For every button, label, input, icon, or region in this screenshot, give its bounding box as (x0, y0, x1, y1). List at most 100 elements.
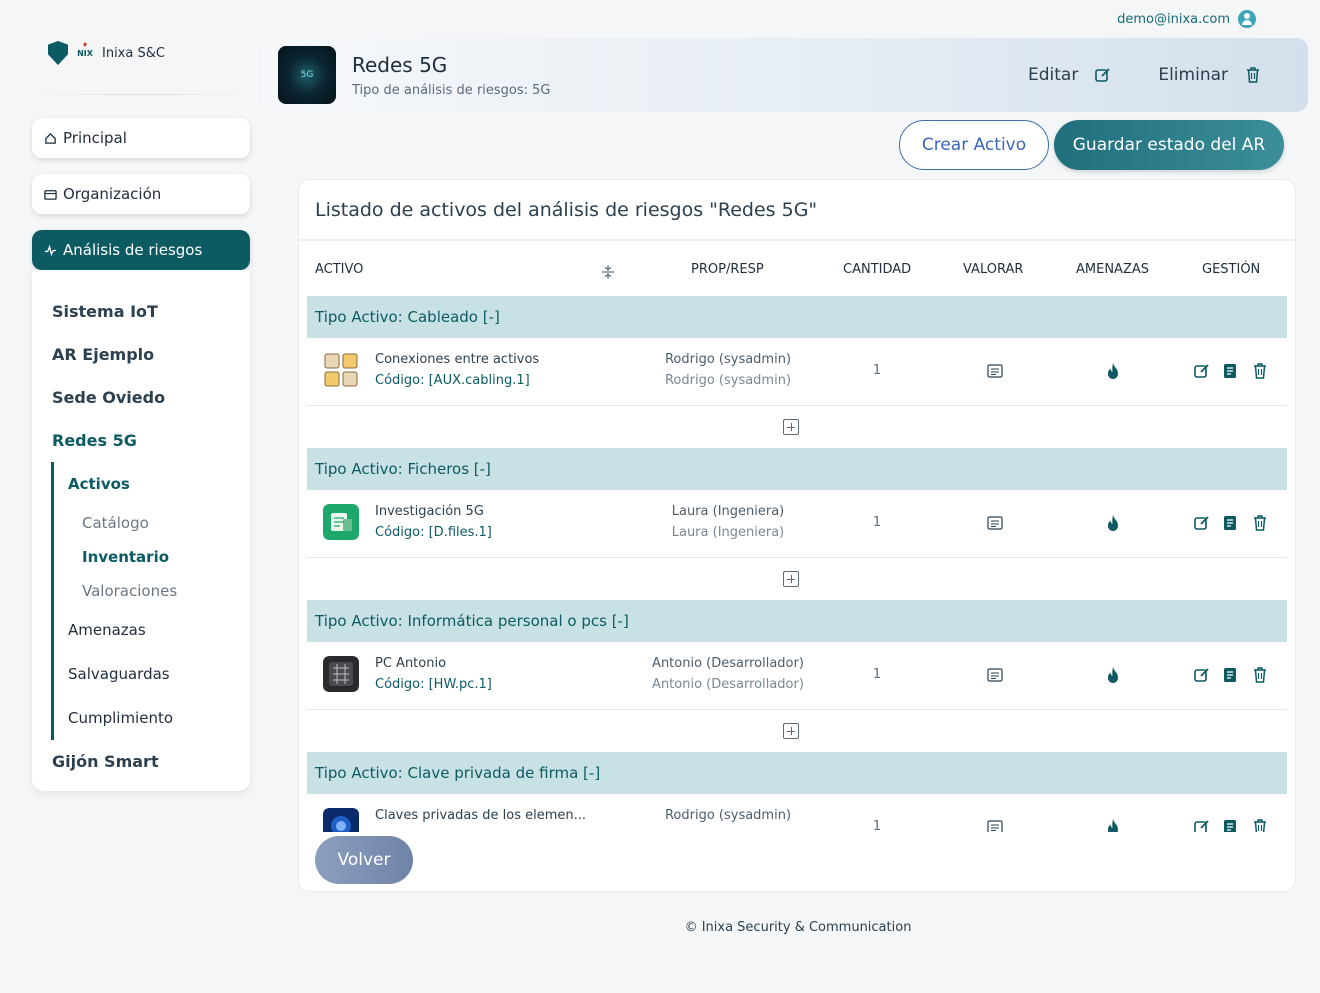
edit-asset-icon[interactable] (1193, 362, 1211, 380)
sidebar-item-cumplimiento[interactable]: Cumplimiento (68, 696, 250, 740)
fire-icon[interactable] (1105, 362, 1121, 380)
sidebar: ♦ NIX Inixa S&C Principal Organización An… (32, 30, 250, 791)
delete-asset-icon[interactable] (1251, 362, 1269, 380)
sidebar-item-gijon-smart[interactable]: Gijón Smart (32, 740, 250, 783)
brand-name: Inixa S&C (102, 45, 165, 61)
valorar-icon[interactable] (987, 516, 1003, 530)
user-menu[interactable]: demo@inixa.com (1117, 10, 1256, 28)
col-amenazas: AMENAZAS (1076, 262, 1149, 277)
col-activo[interactable]: ACTIVO (315, 262, 363, 277)
document-icon[interactable] (1221, 666, 1239, 684)
asset-owner: Rodrigo (sysadmin) (664, 352, 792, 367)
add-asset-row (307, 710, 1287, 752)
table-row: PC Antonio Código: [HW.pc.1] Antonio (De… (307, 642, 1287, 710)
card-title: Listado de activos del análisis de riesg… (299, 180, 1295, 241)
sidebar-item-organizacion[interactable]: Organización (32, 174, 250, 214)
sidebar-item-label: Organización (63, 185, 162, 203)
asset-owner: Rodrigo (sysadmin) (664, 808, 792, 823)
add-icon[interactable] (783, 723, 799, 739)
edit-asset-icon[interactable] (1193, 666, 1211, 684)
asset-code: Código: [HW.pc.1] (375, 677, 492, 692)
sidebar-item-salvaguardas[interactable]: Salvaguardas (68, 652, 250, 696)
valorar-icon[interactable] (987, 668, 1003, 682)
create-asset-button[interactable]: Crear Activo (899, 120, 1049, 170)
sidebar-item-analisis[interactable]: Análisis de riesgos (32, 230, 250, 270)
cabling-asset-icon (323, 352, 359, 388)
sidebar-item-amenazas[interactable]: Amenazas (68, 608, 250, 652)
add-asset-row (307, 406, 1287, 448)
sidebar-item-label: Análisis de riesgos (63, 241, 203, 259)
col-valorar: VALORAR (963, 262, 1024, 277)
edit-button[interactable]: Editar (1028, 65, 1112, 85)
copyright-symbol: © (684, 920, 698, 935)
redes-5g-subtree: Activos Catálogo Inventario Valoraciones… (51, 462, 250, 740)
page-title: Redes 5G (352, 52, 448, 77)
sidebar-item-redes-5g[interactable]: Redes 5G (32, 419, 250, 462)
footer: © Inixa Security & Communication (0, 920, 1320, 935)
card-icon (44, 189, 57, 200)
document-icon[interactable] (1221, 362, 1239, 380)
table-row: Conexiones entre activos Código: [AUX.ca… (307, 338, 1287, 406)
pc-asset-icon (323, 656, 359, 692)
asset-name[interactable]: Investigación 5G (375, 504, 484, 519)
asset-quantity: 1 (872, 363, 882, 378)
delete-asset-icon[interactable] (1251, 666, 1269, 684)
sidebar-item-valoraciones[interactable]: Valoraciones (68, 574, 250, 608)
sidebar-item-principal[interactable]: Principal (32, 118, 250, 158)
valorar-icon[interactable] (987, 364, 1003, 378)
mini-logo-icon: ♦ NIX (77, 41, 93, 58)
asset-name[interactable]: Claves privadas de los elemen... (375, 808, 586, 823)
table-row: Investigación 5G Código: [D.files.1] Lau… (307, 490, 1287, 558)
document-icon[interactable] (1221, 514, 1239, 532)
trash-icon (1247, 67, 1259, 83)
sidebar-item-inventario[interactable]: Inventario (68, 540, 250, 574)
delete-button[interactable]: Eliminar (1158, 65, 1262, 85)
page-header: 5G Redes 5G Tipo de análisis de riesgos:… (262, 38, 1308, 112)
sidebar-item-ar-ejemplo[interactable]: AR Ejemplo (32, 333, 250, 376)
company-name: Inixa Security & Communication (701, 920, 912, 935)
divider (32, 94, 250, 95)
user-avatar-icon[interactable] (1238, 10, 1256, 28)
asset-name[interactable]: PC Antonio (375, 656, 446, 671)
asset-name[interactable]: Conexiones entre activos (375, 352, 539, 367)
asset-owner: Laura (Ingeniera) (671, 504, 785, 519)
group-header-cableado[interactable]: Tipo Activo: Cableado [-] (307, 296, 1287, 338)
fire-icon[interactable] (1105, 666, 1121, 684)
asset-code: Código: [D.files.1] (375, 525, 492, 540)
col-gestion: GESTIÓN (1202, 262, 1261, 277)
col-cantidad: CANTIDAD (843, 262, 912, 277)
delete-asset-icon[interactable] (1251, 514, 1269, 532)
edit-icon (1095, 68, 1110, 82)
user-email: demo@inixa.com (1117, 11, 1230, 27)
asset-responsible: Antonio (Desarrollador) (652, 677, 804, 692)
shield-logo-icon (48, 41, 68, 65)
add-icon[interactable] (783, 571, 799, 587)
delete-label: Eliminar (1158, 65, 1228, 85)
col-prop-resp: PROP/RESP (691, 262, 764, 277)
group-header-clave-privada[interactable]: Tipo Activo: Clave privada de firma [-] (307, 752, 1287, 794)
asset-quantity: 1 (872, 667, 882, 682)
edit-label: Editar (1028, 65, 1079, 85)
sidebar-item-catalogo[interactable]: Catálogo (68, 506, 250, 540)
sidebar-item-sede-oviedo[interactable]: Sede Oviedo (32, 376, 250, 419)
asset-responsible: Laura (Ingeniera) (671, 525, 785, 540)
sidebar-item-label: Principal (63, 129, 127, 147)
page-subtitle: Tipo de análisis de riesgos: 5G (352, 82, 551, 98)
edit-asset-icon[interactable] (1193, 514, 1211, 532)
asset-owner: Antonio (Desarrollador) (652, 656, 804, 671)
sidebar-item-activos[interactable]: Activos (68, 462, 250, 506)
group-header-informatica[interactable]: Tipo Activo: Informática personal o pcs … (307, 600, 1287, 642)
sidebar-item-sistema-iot[interactable]: Sistema IoT (32, 290, 250, 333)
home-icon (45, 132, 56, 144)
pulse-icon (44, 244, 57, 256)
collapse-all-icon[interactable] (601, 264, 615, 280)
back-button[interactable]: Volver (315, 836, 413, 884)
table-header: ACTIVO PROP/RESP CANTIDAD VALORAR AMENAZ… (299, 262, 1295, 282)
fire-icon[interactable] (1105, 514, 1121, 532)
save-ar-state-button[interactable]: Guardar estado del AR (1054, 120, 1284, 170)
logo[interactable]: ♦ NIX Inixa S&C (32, 30, 250, 76)
add-icon[interactable] (783, 419, 799, 435)
group-header-ficheros[interactable]: Tipo Activo: Ficheros [-] (307, 448, 1287, 490)
files-asset-icon (323, 504, 359, 540)
analysis-thumbnail: 5G (278, 46, 336, 104)
